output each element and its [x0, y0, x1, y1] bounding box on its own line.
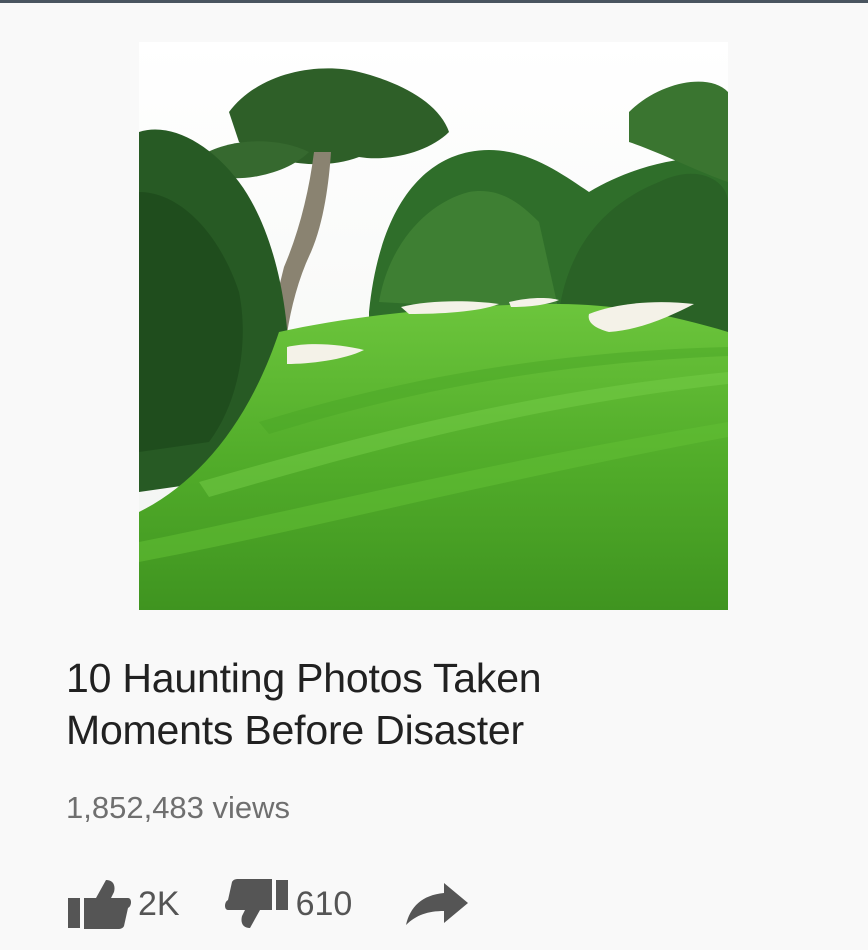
dislike-button[interactable]: 610 [224, 878, 353, 930]
video-thumbnail[interactable] [139, 42, 728, 610]
video-title[interactable]: 10 Haunting Photos Taken Moments Before … [66, 652, 826, 756]
thumbs-down-icon [224, 879, 288, 928]
dislike-count: 610 [295, 885, 353, 923]
action-bar: 2K 610 [66, 874, 470, 934]
like-button[interactable]: 2K [66, 878, 180, 930]
share-arrow-icon [406, 883, 469, 925]
thumbs-up-icon [68, 880, 131, 929]
video-title-line-1: 10 Haunting Photos Taken [66, 655, 542, 701]
share-button[interactable] [404, 881, 470, 927]
video-title-line-2: Moments Before Disaster [66, 707, 524, 753]
golf-course-image [139, 42, 728, 610]
view-count: 1,852,483 views [66, 790, 291, 825]
like-count: 2K [138, 885, 180, 923]
top-divider [0, 0, 868, 3]
